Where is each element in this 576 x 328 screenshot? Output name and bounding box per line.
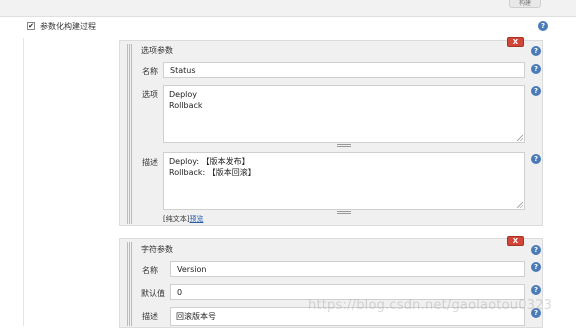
help-icon[interactable]: ? — [531, 245, 541, 255]
default-value-label: 默认值 — [141, 289, 165, 298]
help-icon[interactable]: ? — [531, 46, 541, 56]
choices-textarea[interactable]: Deploy Rollback — [163, 85, 525, 143]
section-title: 参数化构建过程 — [40, 22, 96, 31]
textarea-resize-handle[interactable] — [517, 202, 523, 208]
choice-description-textarea[interactable]: Deploy: 【版本发布】 Rollback: 【版本回滚】 — [163, 152, 525, 210]
preview-link[interactable]: 预览 — [189, 215, 203, 223]
top-action-button[interactable]: 构建 — [509, 0, 541, 8]
string-parameter-title: 字符参数 — [141, 245, 173, 254]
choice-name-input[interactable]: Status — [163, 62, 525, 78]
help-icon[interactable]: ? — [538, 21, 548, 31]
delete-string-parameter-button[interactable]: X — [507, 236, 524, 246]
help-icon[interactable]: ? — [531, 86, 541, 96]
textarea-resize-handle[interactable] — [517, 135, 523, 141]
help-icon[interactable]: ? — [531, 64, 541, 74]
description-label: 描述 — [142, 158, 158, 167]
string-description-label: 描述 — [142, 312, 158, 321]
string-name-label: 名称 — [142, 266, 158, 275]
text-mode-note: [纯文本]预览 — [163, 214, 203, 224]
textarea-drag-handle[interactable] — [337, 211, 351, 214]
help-icon[interactable]: ? — [531, 285, 541, 295]
section-left-rule — [23, 38, 24, 326]
string-name-input[interactable]: Version — [170, 261, 525, 277]
parameterized-build-checkbox[interactable]: ✔ — [27, 22, 35, 30]
choices-label: 选项 — [142, 90, 158, 99]
choice-parameter-title: 选项参数 — [141, 46, 173, 55]
top-toolbar-strip — [0, 0, 576, 17]
help-icon[interactable]: ? — [531, 154, 541, 164]
delete-choice-parameter-button[interactable]: X — [507, 37, 524, 47]
textarea-drag-handle[interactable] — [337, 144, 351, 147]
watermark: https://blog.csdn.net/gaolaotou0323 — [308, 298, 553, 313]
help-icon[interactable]: ? — [531, 262, 541, 272]
plain-text-label: [纯文本] — [163, 215, 190, 223]
name-label: 名称 — [142, 67, 158, 76]
